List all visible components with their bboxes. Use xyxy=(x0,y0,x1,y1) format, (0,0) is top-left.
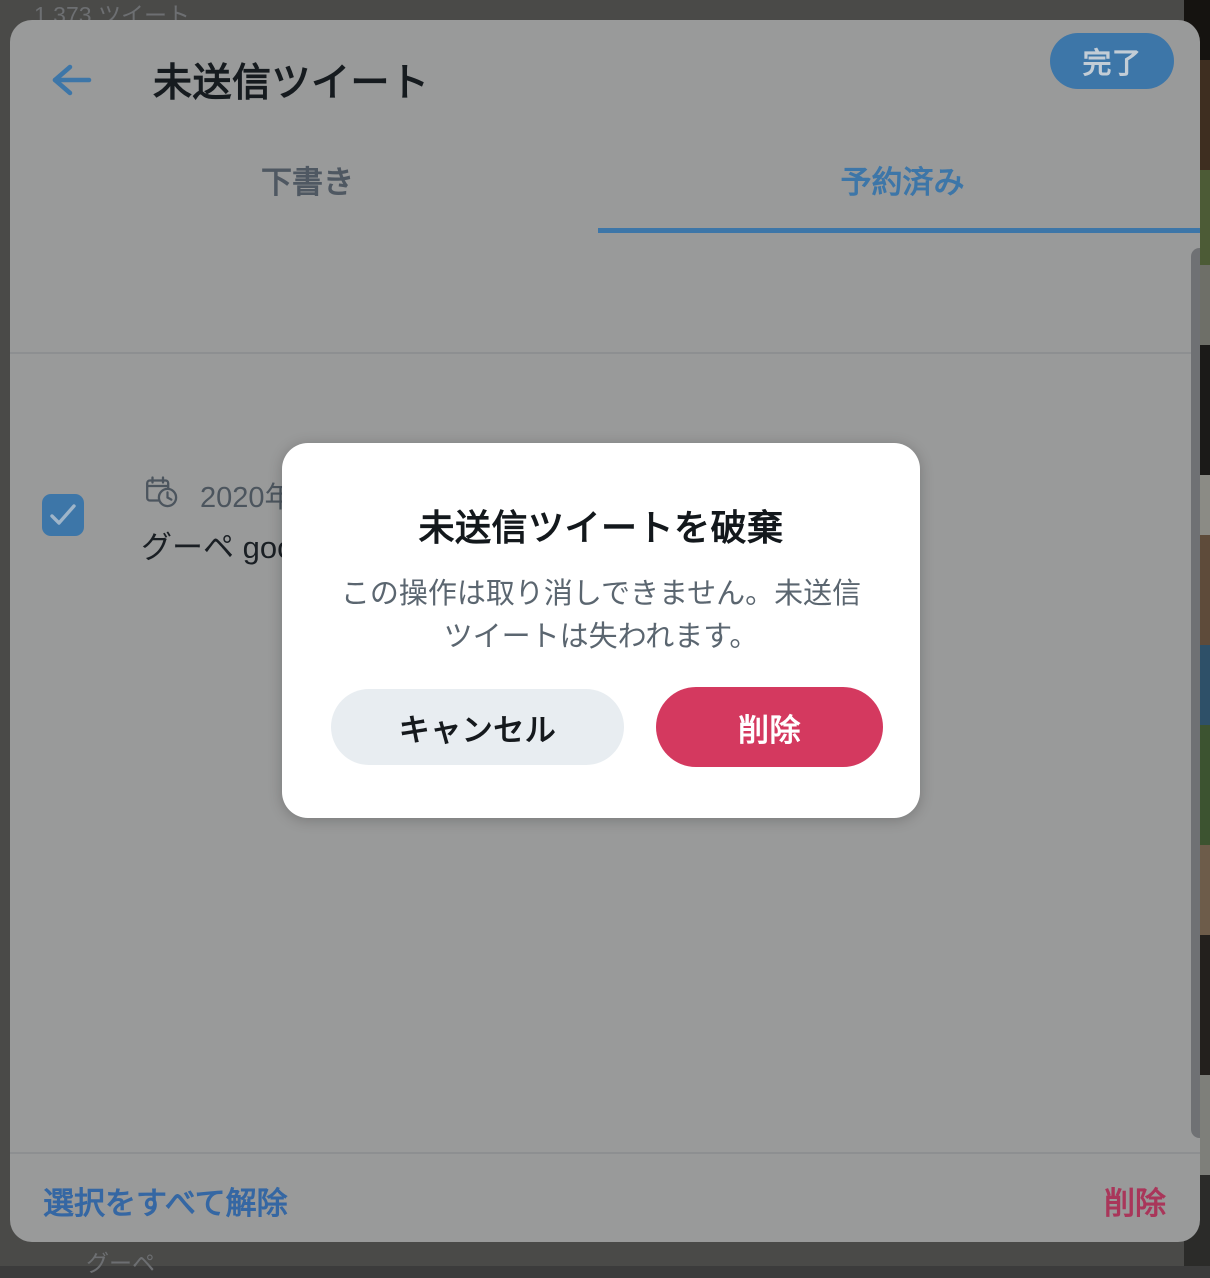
delete-selected-button[interactable]: 削除 xyxy=(1104,1178,1166,1223)
dialog-delete-button[interactable]: 削除 xyxy=(656,687,883,767)
selection-action-bar: 選択をすべて解除 削除 xyxy=(10,1152,1200,1242)
dialog-cancel-button[interactable]: キャンセル xyxy=(331,689,624,765)
checkmark-icon xyxy=(50,504,76,525)
back-arrow-icon[interactable] xyxy=(48,58,96,102)
row-checkbox[interactable] xyxy=(42,494,84,536)
dialog-body-text: この操作は取り消しできません。未送信ツイートは失われます。 xyxy=(340,578,862,653)
dialog-actions: キャンセル 削除 xyxy=(282,687,920,767)
deselect-all-button[interactable]: 選択をすべて解除 xyxy=(43,1178,288,1223)
tab-scheduled[interactable]: 予約済み xyxy=(605,140,1200,233)
vertical-scrollbar[interactable] xyxy=(1191,248,1200,1138)
tab-bar: 下書き 予約済み xyxy=(10,140,1200,233)
page-title: 未送信ツイート xyxy=(153,62,430,105)
sheet-header: 未送信ツイート 完了 xyxy=(10,20,1200,140)
background-profile-name: グーペ xyxy=(86,1250,155,1276)
calendar-clock-icon xyxy=(145,475,181,516)
tab-drafts[interactable]: 下書き xyxy=(10,140,605,233)
discard-confirm-dialog: 未送信ツイートを破棄 この操作は取り消しできません。未送信ツイートは失われます。… xyxy=(282,443,920,818)
done-button[interactable]: 完了 xyxy=(1050,33,1174,89)
list-item[interactable] xyxy=(10,233,1200,354)
dialog-title: 未送信ツイートを破棄 xyxy=(418,507,784,548)
